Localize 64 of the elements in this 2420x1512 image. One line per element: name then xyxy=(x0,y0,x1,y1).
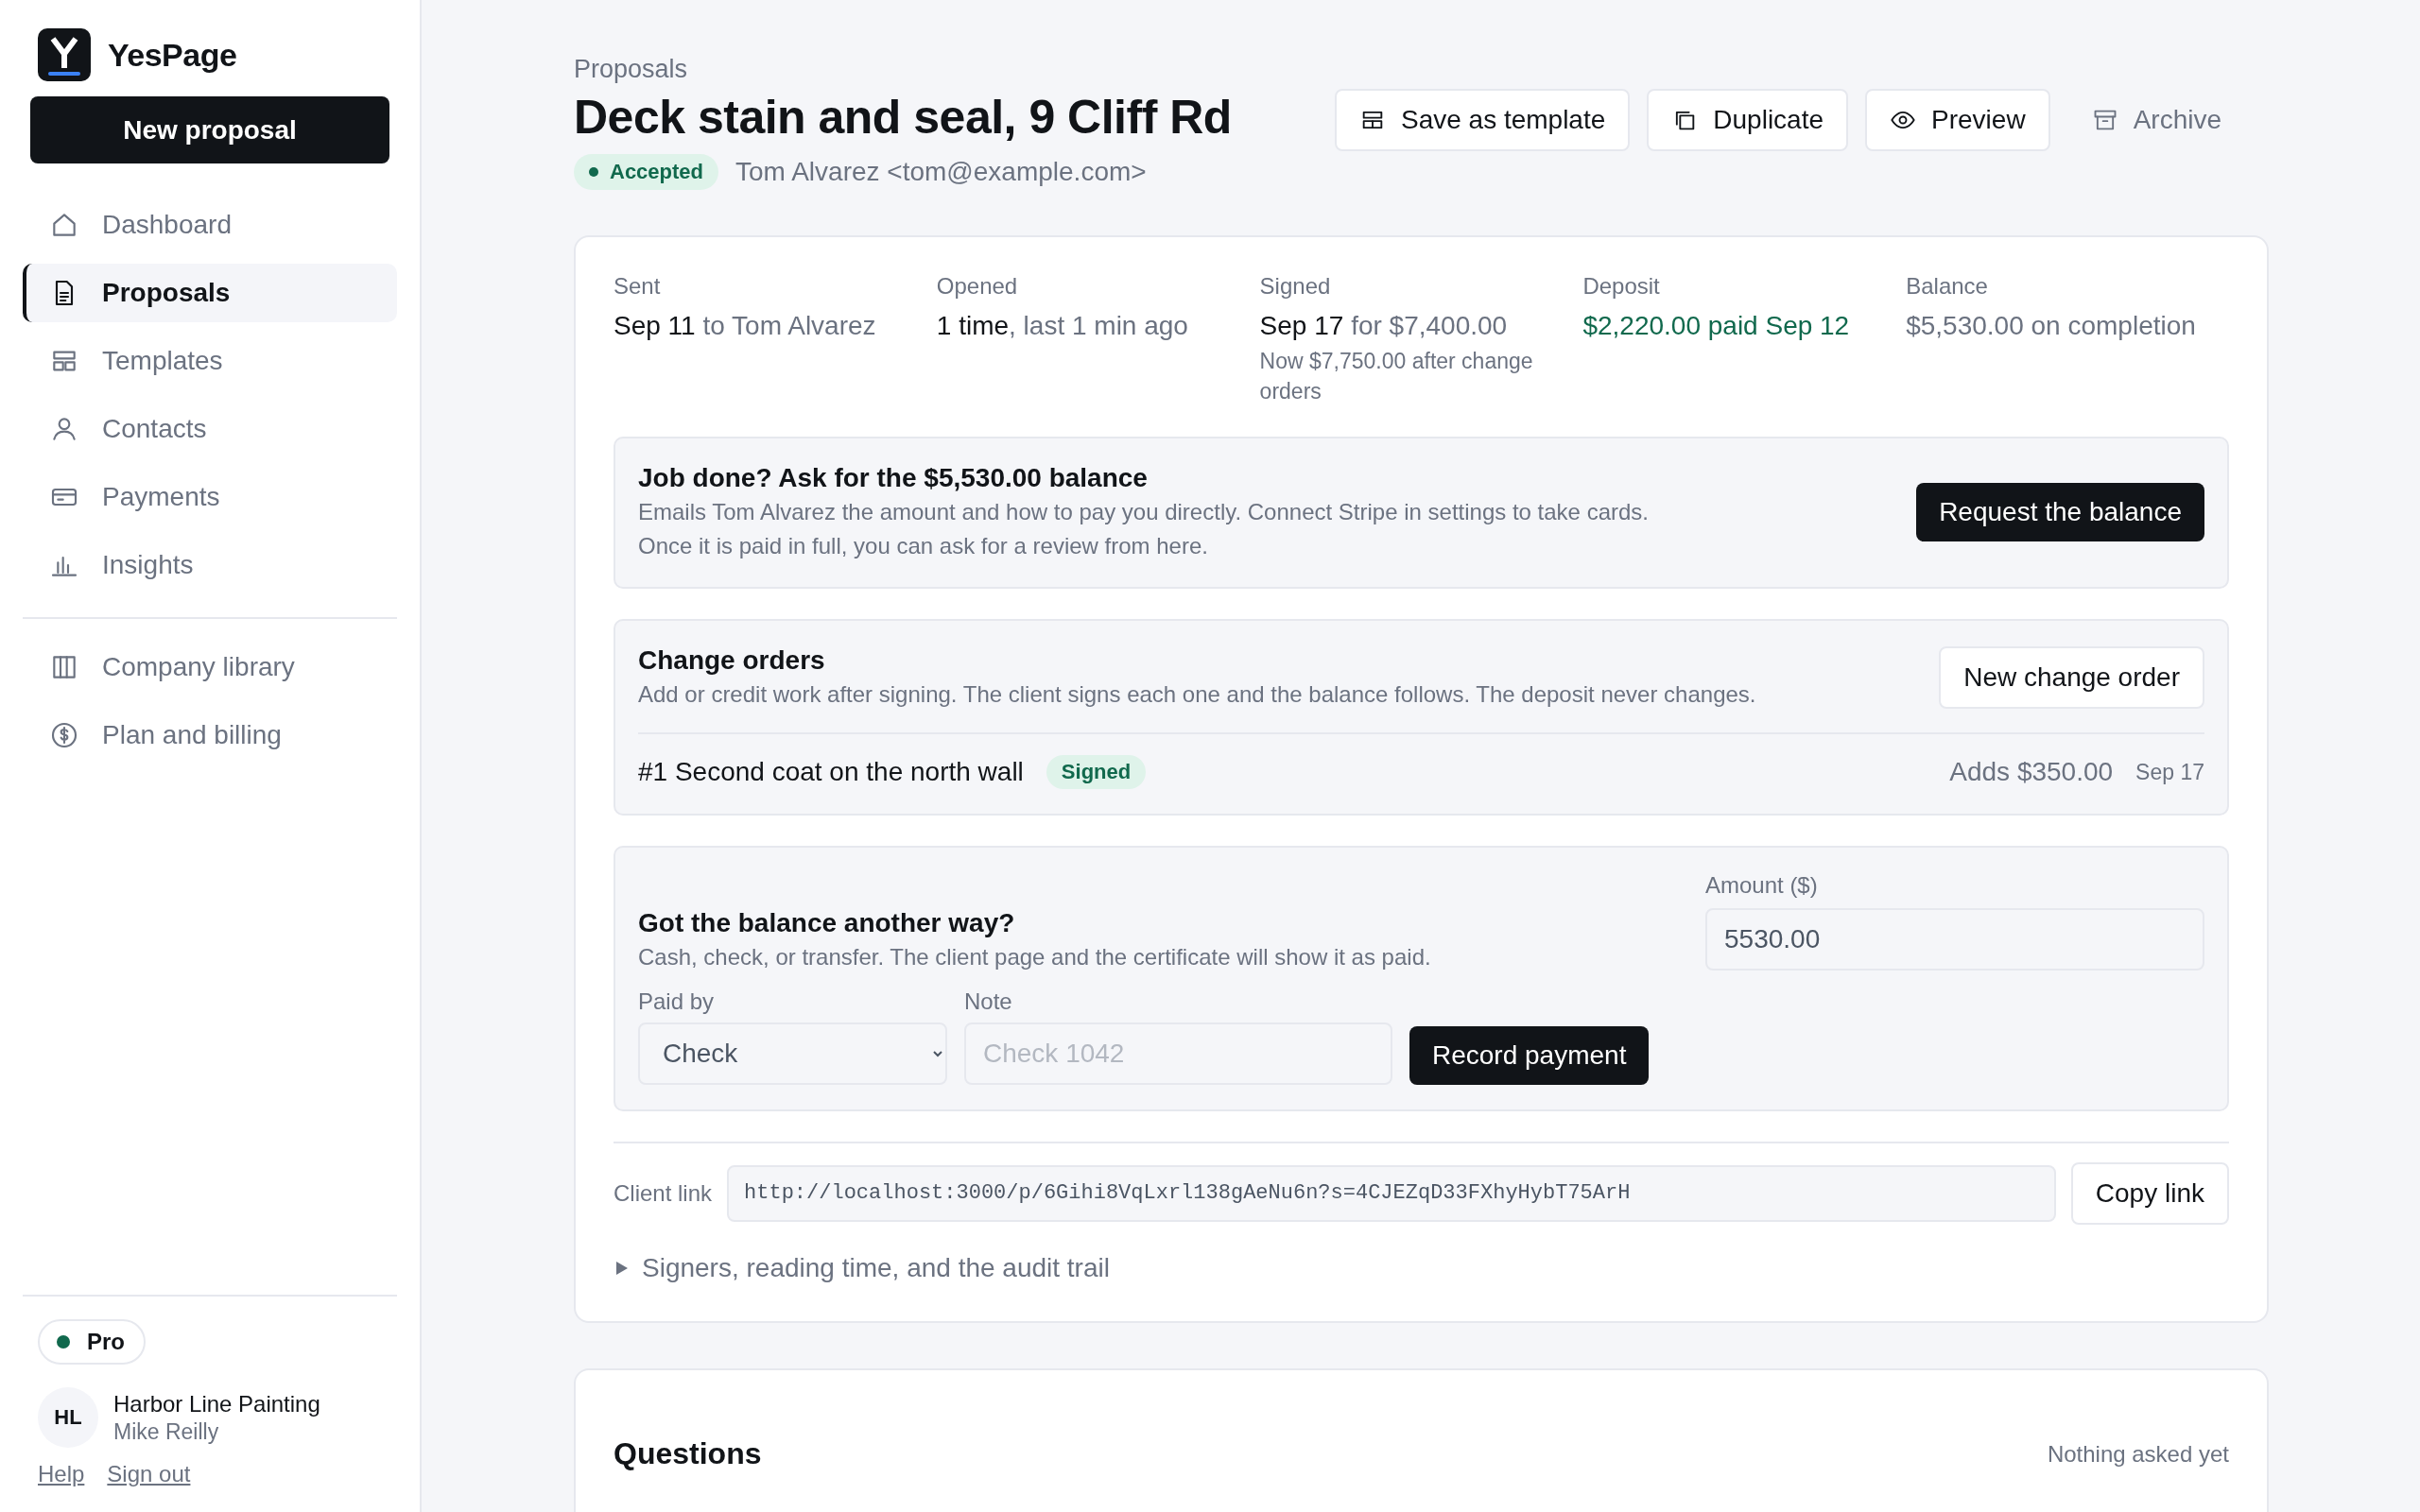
client-link-field[interactable]: http://localhost:3000/p/6Gihi8VqLxrl138gAeNu6n?s=4CJEZqD33FXhyHybT75ArH xyxy=(727,1164,2056,1222)
copy-link-button[interactable]: Copy link xyxy=(2070,1161,2229,1225)
company-name: Harbor Line Painting xyxy=(113,1390,320,1418)
status-badge: Signed xyxy=(1046,755,1147,790)
action-button[interactable]: Archive xyxy=(2066,89,2246,151)
field-label: Paid by xyxy=(638,988,716,1015)
client-contact: Tom Alvarez <tom@example.com> xyxy=(735,157,1147,187)
change-order-amount: Adds $350.00 xyxy=(1949,757,2114,788)
panel-text: Cash, check, or transfer. The client page and the certificate will show it as paid. xyxy=(638,943,1432,972)
new-change-order-button[interactable]: New change order xyxy=(1939,645,2204,709)
questions-status: Nothing asked yet xyxy=(2047,1440,2229,1468)
action-button[interactable]: Duplicate xyxy=(1647,89,1849,151)
panel-text: Once it is paid in full, you can ask for a review from here. xyxy=(638,532,1209,561)
stat-label: Balance xyxy=(1906,273,1989,300)
stat-value: Sep 11 to Tom Alvarez xyxy=(614,310,877,342)
panel-title: Job done? Ask for the $5,530.00 balance xyxy=(638,462,1149,493)
stat-label: Deposit xyxy=(1582,273,1661,300)
action-button[interactable]: Preview xyxy=(1865,89,2050,151)
sidebar-item[interactable]: Templates xyxy=(23,332,397,390)
details-toggle[interactable]: Signers, reading time, and the audit trail xyxy=(614,1252,1110,1283)
change-order-title: #1 Second coat on the north wall xyxy=(638,757,1024,788)
brand-name: YesPage xyxy=(108,36,237,74)
sidebar-item[interactable]: Dashboard xyxy=(23,196,397,254)
sidebar-item[interactable]: Proposals xyxy=(23,264,397,322)
sidebar-item[interactable]: Company library xyxy=(23,638,397,696)
note-field[interactable]: Check 1042 xyxy=(964,1022,1392,1085)
field-label: Note xyxy=(964,988,1013,1015)
field-label: Amount ($) xyxy=(1705,872,1819,900)
panel-text: Add or credit work after signing. The client signs each one and the balance follows. The deposit never changes. xyxy=(638,679,1756,709)
stat-value: $5,530.00 on completion xyxy=(1906,310,2197,342)
sidebar-item[interactable]: Payments xyxy=(23,468,397,526)
action-button[interactable]: Save as template xyxy=(1334,89,1631,151)
stat-value: Sep 17 for $7,400.00 xyxy=(1259,310,1509,342)
triangle-icon xyxy=(614,1260,629,1276)
panel-title: Change orders xyxy=(638,644,826,676)
stat-label: Sent xyxy=(614,273,662,300)
footer-link[interactable]: Help xyxy=(38,1461,85,1487)
user-name: Mike Reilly xyxy=(113,1418,220,1445)
change-order-date: Sep 17 xyxy=(2135,759,2204,785)
breadcrumb-link[interactable]: Proposals xyxy=(574,55,1232,84)
panel-text: Emails Tom Alvarez the amount and how to pay you directly. Connect Stripe in settings to take cards. xyxy=(638,497,1649,526)
amount-field[interactable]: 5530.00 xyxy=(1705,908,2204,971)
plan-badge: Pro xyxy=(38,1319,146,1365)
dollar-circle-icon xyxy=(49,720,79,750)
logo-icon xyxy=(38,28,91,81)
section-title: Questions xyxy=(614,1436,762,1472)
sidebar-item[interactable]: Contacts xyxy=(23,400,397,458)
paid-by-dropdown[interactable]: Check xyxy=(638,1022,947,1085)
stat-label: Signed xyxy=(1259,273,1332,300)
status-badge: Accepted xyxy=(574,154,719,190)
avatar: HL xyxy=(38,1387,98,1448)
request-balance-button[interactable]: Request the balance xyxy=(1916,483,2204,542)
field-label: Client link xyxy=(614,1179,713,1207)
footer-link[interactable]: Sign out xyxy=(107,1461,191,1487)
stat-note: Now $7,750.00 after change orders xyxy=(1259,347,1534,405)
stat-label: Opened xyxy=(936,273,1019,300)
stat-value: 1 time, last 1 min ago xyxy=(936,310,1189,342)
page-title: Deck stain and seal, 9 Cliff Rd xyxy=(574,90,1232,145)
panel-title: Got the balance another way? xyxy=(638,908,1016,939)
sidebar-item[interactable]: Insights xyxy=(23,536,397,594)
record-payment-button[interactable]: Record payment xyxy=(1409,1025,1650,1085)
sidebar-item[interactable]: Plan and billing xyxy=(23,706,397,765)
new-proposal-button[interactable]: New proposal xyxy=(30,96,389,163)
stat-value: $2,220.00 paid Sep 12 xyxy=(1582,310,1851,342)
